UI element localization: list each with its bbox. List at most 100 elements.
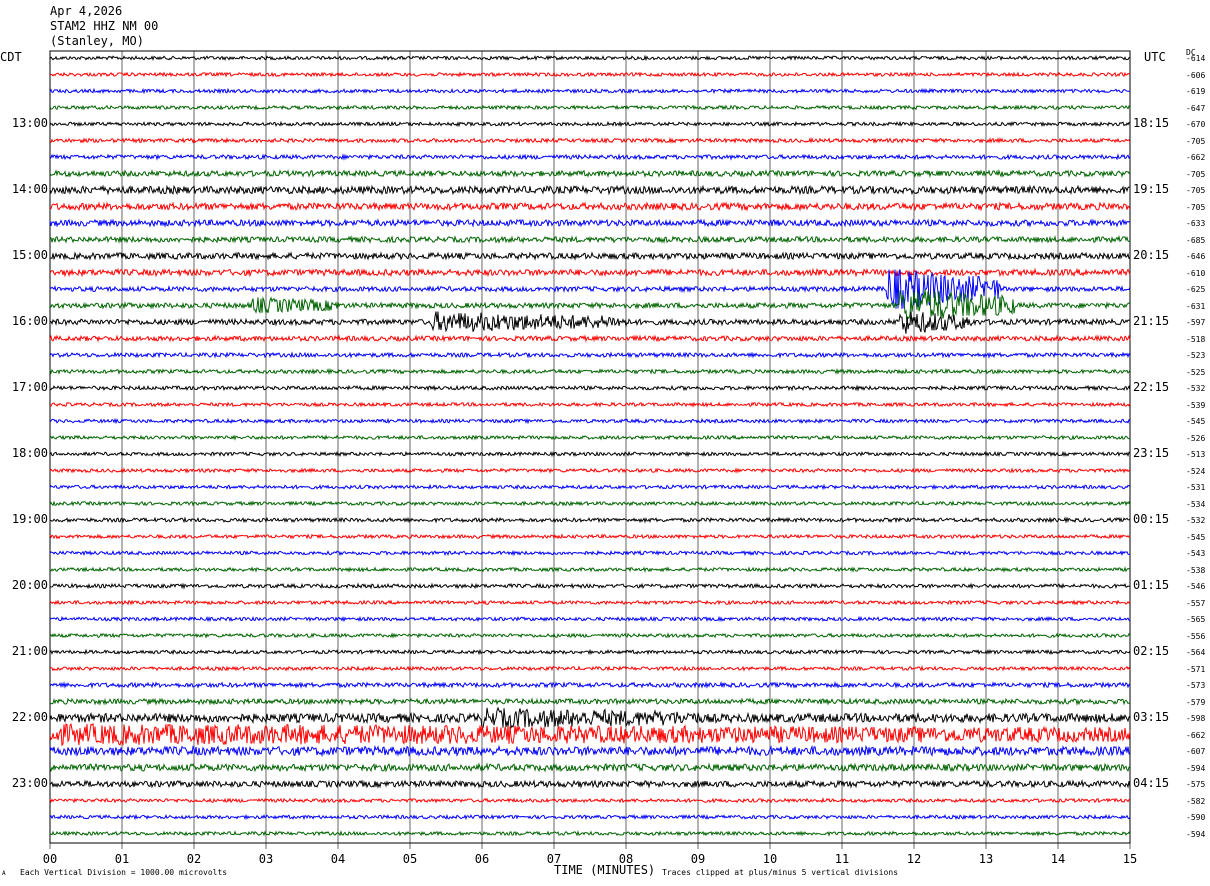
x-tick-label: 00 <box>42 852 58 866</box>
left-time-label: 22:00 <box>11 710 48 724</box>
dc-offset-label: -571 <box>1186 664 1206 674</box>
trace-line <box>49 549 1130 557</box>
dc-offset-label: -662 <box>1186 730 1206 740</box>
dc-offset-label: -534 <box>1186 499 1206 509</box>
trace-line <box>49 467 1131 474</box>
dc-offset-label: -556 <box>1186 631 1206 641</box>
trace-line <box>49 104 1131 111</box>
trace-line <box>49 779 1131 789</box>
dc-offset-label: -619 <box>1186 87 1206 96</box>
trace-line <box>49 54 1131 62</box>
dc-offset-label: -685 <box>1186 235 1206 245</box>
dc-offset-label: -631 <box>1186 301 1206 311</box>
trace-line <box>49 566 1130 573</box>
trace-line <box>49 665 1131 672</box>
left-time-label: 19:00 <box>11 512 48 526</box>
dc-offset-label: -590 <box>1186 813 1206 822</box>
dc-offset-label: -513 <box>1186 450 1206 459</box>
right-time-label: 20:15 <box>1133 248 1170 262</box>
trace-line <box>49 697 1131 706</box>
dc-offset-label: -705 <box>1186 169 1206 179</box>
dc-offset-label: -532 <box>1186 384 1206 393</box>
left-time-label: 18:00 <box>11 446 48 460</box>
trace-line <box>49 582 1131 590</box>
trace-line <box>49 87 1131 95</box>
x-tick-label: 09 <box>690 852 706 866</box>
trace-line <box>49 722 1131 747</box>
dc-offset-label: -523 <box>1186 351 1206 360</box>
trace-line <box>49 744 1131 758</box>
dc-offset-label: -564 <box>1186 648 1206 657</box>
plot-frame <box>49 50 1131 844</box>
x-tick-label: 03 <box>258 852 274 866</box>
trace-line <box>49 234 1131 244</box>
right-time-label: 00:15 <box>1133 512 1170 526</box>
dc-offset-label: -518 <box>1186 334 1206 344</box>
dc-offset-label: -594 <box>1186 829 1206 839</box>
trace-line <box>49 417 1131 425</box>
x-tick-label: 06 <box>474 852 490 866</box>
trace-line <box>49 184 1130 196</box>
dc-offset-label: -539 <box>1186 400 1206 410</box>
trace-line <box>49 367 1131 376</box>
left-time-label: 16:00 <box>11 314 48 328</box>
dc-offset-label: -647 <box>1186 103 1206 113</box>
footer-mark: A <box>2 870 6 877</box>
trace-line <box>49 401 1131 408</box>
dc-offset-label: -662 <box>1186 153 1206 162</box>
right-time-label: 04:15 <box>1133 776 1170 790</box>
trace-line <box>49 450 1131 458</box>
left-time-label: 20:00 <box>11 578 48 592</box>
right-time-label: 21:15 <box>1133 314 1170 328</box>
right-time-label: 23:15 <box>1133 446 1170 460</box>
trace-line <box>49 351 1131 359</box>
dc-offset-label: -594 <box>1186 763 1206 773</box>
trace-line <box>49 615 1131 623</box>
dc-offset-label: -538 <box>1186 565 1206 575</box>
trace-line <box>49 681 1131 690</box>
x-tick-label: 13 <box>978 852 994 866</box>
scale-note: Each Vertical Division = 1000.00 microvo… <box>20 868 228 877</box>
x-tick-label: 10 <box>762 852 778 866</box>
x-tick-label: 15 <box>1122 852 1138 866</box>
right-time-label: 18:15 <box>1133 116 1170 130</box>
trace-line <box>49 483 1131 491</box>
dc-offset-label: -579 <box>1186 697 1206 707</box>
dc-offset-label: -524 <box>1186 466 1206 476</box>
dc-offset-label: -582 <box>1186 796 1206 806</box>
dc-offset-label: -573 <box>1186 681 1206 690</box>
dc-offset-label: -565 <box>1186 615 1206 624</box>
dc-offset-label: -575 <box>1186 780 1206 789</box>
dc-offset-label: -705 <box>1186 202 1206 212</box>
trace-line <box>49 648 1131 656</box>
x-axis-label: TIME (MINUTES) <box>554 863 656 877</box>
dc-offset-label: -557 <box>1186 598 1206 608</box>
left-time-label: 23:00 <box>11 776 48 790</box>
trace-line <box>49 71 1131 78</box>
dc-offset-label: -532 <box>1186 516 1206 525</box>
dc-offset-label: -670 <box>1186 120 1206 129</box>
dc-offset-label: -531 <box>1186 483 1206 492</box>
left-time-label: 21:00 <box>11 644 48 658</box>
dc-offset-label: -545 <box>1186 532 1206 542</box>
right-time-label: 01:15 <box>1133 578 1170 592</box>
trace-line <box>49 334 1131 343</box>
trace-line <box>49 218 1131 228</box>
trace-line <box>49 434 1131 441</box>
trace-line <box>49 813 1131 821</box>
clip-note: Traces clipped at plus/minus 5 vertical … <box>662 868 899 877</box>
x-tick-label: 01 <box>114 852 130 866</box>
right-time-label: 03:15 <box>1133 710 1170 724</box>
left-time-label: 14:00 <box>11 182 48 196</box>
dc-offset-label: -646 <box>1186 252 1206 261</box>
dc-offset-label: -598 <box>1186 714 1206 723</box>
x-tick-label: 12 <box>906 852 922 866</box>
trace-line <box>49 500 1131 507</box>
trace-line <box>49 251 1131 261</box>
dc-offset-label: -625 <box>1186 285 1206 294</box>
trace-line <box>49 533 1131 540</box>
dc-offset-label: -546 <box>1186 582 1206 591</box>
dc-offset-label: -526 <box>1186 433 1206 443</box>
dc-offset-label: -525 <box>1186 367 1206 377</box>
x-tick-label: 05 <box>402 852 418 866</box>
